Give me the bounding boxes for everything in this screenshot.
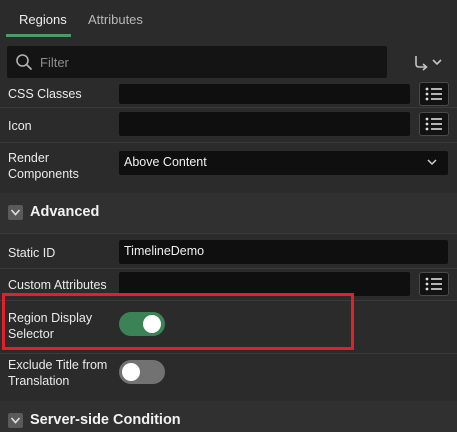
css-classes-field[interactable] <box>119 84 410 104</box>
active-tab-indicator <box>6 34 71 37</box>
icon-label: Icon <box>8 119 32 133</box>
advanced-section-title: Advanced <box>30 204 100 220</box>
tab-regions[interactable]: Regions <box>19 12 67 27</box>
divider <box>0 353 457 354</box>
filter-toolbar <box>0 38 457 84</box>
exclude-title-switch[interactable] <box>119 360 165 384</box>
server-side-condition-section-header[interactable]: Server-side Condition <box>0 401 457 432</box>
filter-input[interactable] <box>40 46 370 78</box>
go-to-group-icon[interactable] <box>412 54 444 72</box>
list-icon <box>425 117 442 131</box>
switch-knob <box>122 363 140 381</box>
css-classes-label: CSS Classes <box>8 87 82 101</box>
icon-field[interactable] <box>119 112 410 136</box>
chevron-down-icon <box>10 417 21 424</box>
list-icon <box>425 277 442 291</box>
server-side-condition-title: Server-side Condition <box>30 412 181 428</box>
chevron-down-icon <box>427 159 437 166</box>
render-components-label: Render Components <box>8 151 79 181</box>
render-components-select[interactable]: Above Content <box>119 151 448 175</box>
divider <box>0 233 457 234</box>
divider <box>0 268 457 269</box>
collapse-toggle[interactable] <box>8 205 23 220</box>
chevron-down-icon <box>10 209 21 216</box>
divider <box>0 107 457 108</box>
search-icon <box>16 54 32 70</box>
static-id-label: Static ID <box>8 246 56 260</box>
tab-attributes[interactable]: Attributes <box>88 12 143 27</box>
tab-bar: Regions Attributes <box>0 0 457 38</box>
advanced-section-header[interactable]: Advanced <box>0 193 457 233</box>
icon-list-button[interactable] <box>419 112 449 136</box>
custom-attributes-list-button[interactable] <box>419 272 449 296</box>
list-icon <box>425 87 442 101</box>
static-id-field[interactable]: TimelineDemo <box>119 240 448 264</box>
custom-attributes-label: Custom Attributes <box>8 278 107 292</box>
exclude-title-label: Exclude Title from Translation <box>8 358 108 388</box>
css-classes-list-button[interactable] <box>419 82 449 106</box>
highlight-annotation <box>2 293 354 350</box>
collapse-toggle[interactable] <box>8 413 23 428</box>
divider <box>0 142 457 143</box>
filter-box <box>7 46 387 78</box>
